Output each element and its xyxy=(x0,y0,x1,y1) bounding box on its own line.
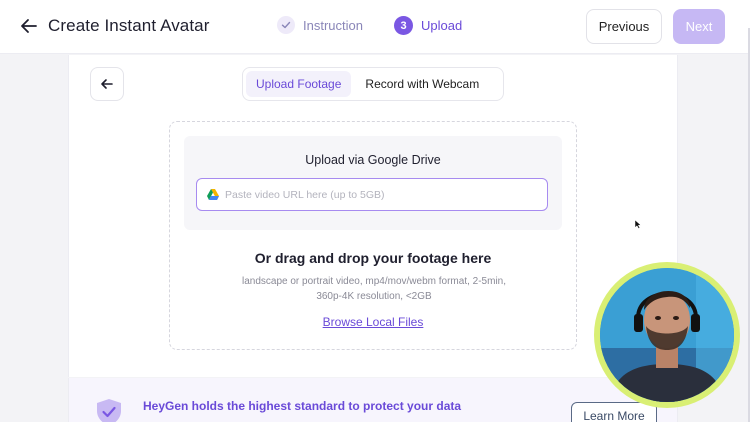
webcam-person-image xyxy=(600,268,734,402)
cursor-icon xyxy=(634,219,642,229)
browse-local-files-link[interactable]: Browse Local Files xyxy=(170,315,576,329)
back-arrow-icon xyxy=(101,79,113,89)
upload-mode-tabs: Upload Footage Record with Webcam xyxy=(242,67,504,101)
step-upload[interactable]: 3 Upload xyxy=(394,16,462,35)
page-title: Create Instant Avatar xyxy=(48,16,210,35)
google-drive-panel: Upload via Google Drive xyxy=(184,136,562,230)
card-back-button[interactable] xyxy=(90,67,124,101)
data-protection-banner: HeyGen holds the highest standard to pro… xyxy=(68,378,678,422)
video-url-input[interactable] xyxy=(225,188,545,201)
drive-title: Upload via Google Drive xyxy=(305,153,441,167)
back-arrow-icon[interactable] xyxy=(18,15,40,37)
banner-text: HeyGen holds the highest standard to pro… xyxy=(143,399,462,413)
format-requirements: landscape or portrait video, mp4/mov/web… xyxy=(210,274,538,304)
webcam-video xyxy=(600,268,734,402)
format-line-1: landscape or portrait video, mp4/mov/web… xyxy=(242,276,506,287)
google-drive-icon xyxy=(207,189,219,200)
tab-record-webcam[interactable]: Record with Webcam xyxy=(355,71,489,97)
step-instruction[interactable]: Instruction xyxy=(277,16,363,34)
learn-more-button[interactable]: Learn More xyxy=(571,402,657,422)
format-line-2: 360p-4K resolution, <2GB xyxy=(316,291,432,302)
url-input-wrapper[interactable] xyxy=(196,178,548,211)
step-number-badge: 3 xyxy=(394,16,413,35)
check-icon xyxy=(277,16,295,34)
step-label: Upload xyxy=(421,18,463,33)
drag-drop-title: Or drag and drop your footage here xyxy=(254,250,492,266)
tab-upload-footage[interactable]: Upload Footage xyxy=(246,71,352,97)
upload-card: Upload Footage Record with Webcam Upload… xyxy=(68,55,678,377)
shield-check-icon xyxy=(97,399,121,422)
previous-button[interactable]: Previous xyxy=(586,9,662,44)
step-label: Instruction xyxy=(303,17,363,33)
drop-zone[interactable]: Upload via Google Drive Or drag and drop… xyxy=(169,121,577,350)
webcam-preview[interactable] xyxy=(594,262,740,408)
next-button[interactable]: Next xyxy=(673,9,725,44)
top-bar: Create Instant Avatar Instruction 3 Uplo… xyxy=(0,0,750,54)
